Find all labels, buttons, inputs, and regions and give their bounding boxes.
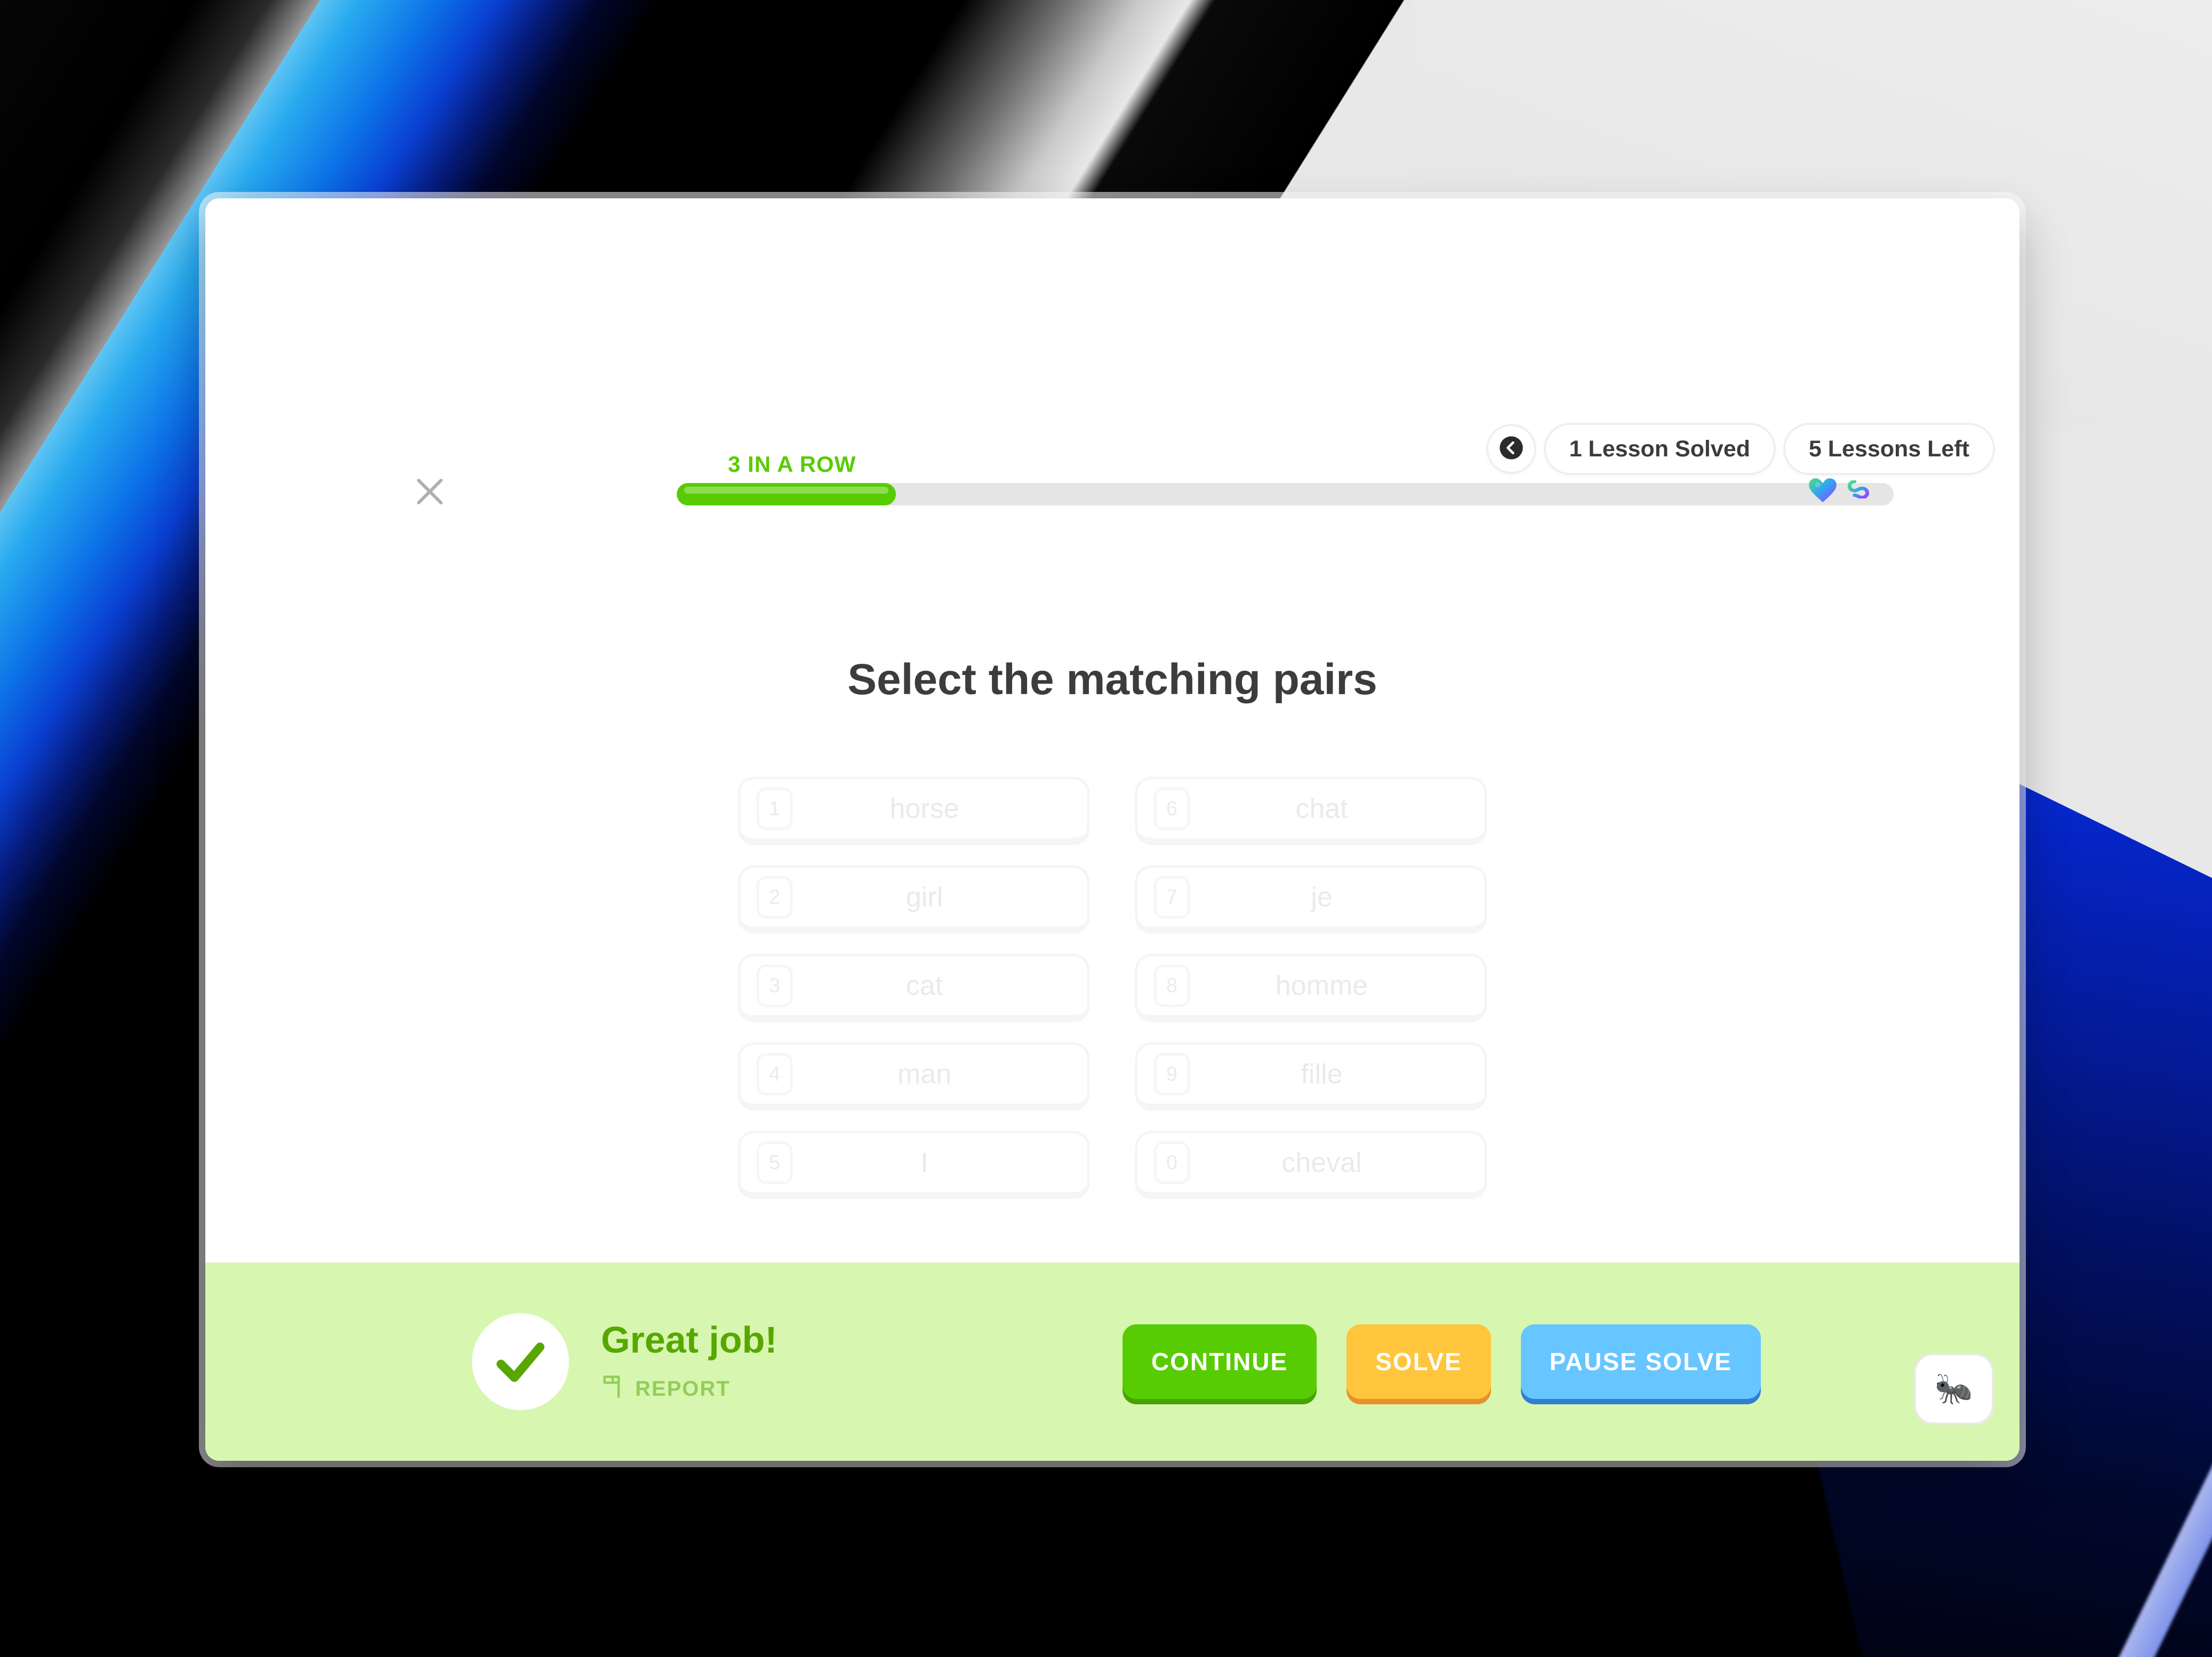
continue-button[interactable]: CONTINUE [1122,1324,1317,1399]
pair-tile[interactable]: 3 cat [738,954,1090,1022]
tile-number: 2 [756,876,793,919]
report-button[interactable]: REPORT [601,1373,778,1405]
pair-tile[interactable]: 1 horse [738,777,1090,845]
target-words-column: 6 chat 7 je 8 homme 9 fille 0 cheval [1135,777,1487,1199]
tile-number: 9 [1153,1053,1190,1096]
tile-number: 6 [1153,787,1190,830]
lesson-card: 3 IN A ROW 1 Lesson Solved 5 Lessons Lef… [205,198,2019,1461]
bug-icon[interactable]: 🐜 [1916,1355,1992,1422]
pair-tile[interactable]: 2 girl [738,865,1090,934]
check-mark-icon [472,1313,569,1410]
feedback-message: Great job! REPORT [601,1318,778,1405]
matching-pairs-grid: 1 horse 2 girl 3 cat 4 man 5 I 6 chat 7 … [738,777,1487,1199]
action-buttons: CONTINUE SOLVE PAUSE SOLVE [1122,1324,1761,1399]
pause-solve-button[interactable]: PAUSE SOLVE [1520,1324,1761,1399]
page-title: Select the matching pairs [847,655,1377,704]
solve-button[interactable]: SOLVE [1347,1324,1491,1399]
tile-number: 7 [1153,876,1190,919]
pair-tile[interactable]: 4 man [738,1042,1090,1111]
report-label: REPORT [635,1377,731,1401]
tile-number: 0 [1153,1141,1190,1184]
lesson-body: Select the matching pairs 1 horse 2 girl… [205,358,2019,1262]
tile-number: 1 [756,787,793,830]
source-words-column: 1 horse 2 girl 3 cat 4 man 5 I [738,777,1090,1199]
pair-tile[interactable]: 7 je [1135,865,1487,934]
pair-tile[interactable]: 9 fille [1135,1042,1487,1111]
tile-number: 8 [1153,964,1190,1007]
pair-tile[interactable]: 8 homme [1135,954,1487,1022]
feedback-bar: Great job! REPORT CONTINUE SOLVE PAUSE S… [205,1262,2019,1461]
tile-number: 5 [756,1141,793,1184]
lesson-header: 3 IN A ROW 1 Lesson Solved 5 Lessons Lef… [205,198,2019,505]
tile-number: 3 [756,964,793,1007]
flag-icon [601,1373,624,1405]
pair-tile[interactable]: 0 cheval [1135,1131,1487,1199]
pair-tile[interactable]: 6 chat [1135,777,1487,845]
pair-tile[interactable]: 5 I [738,1131,1090,1199]
status-text: Great job! [601,1319,778,1361]
tile-number: 4 [756,1053,793,1096]
